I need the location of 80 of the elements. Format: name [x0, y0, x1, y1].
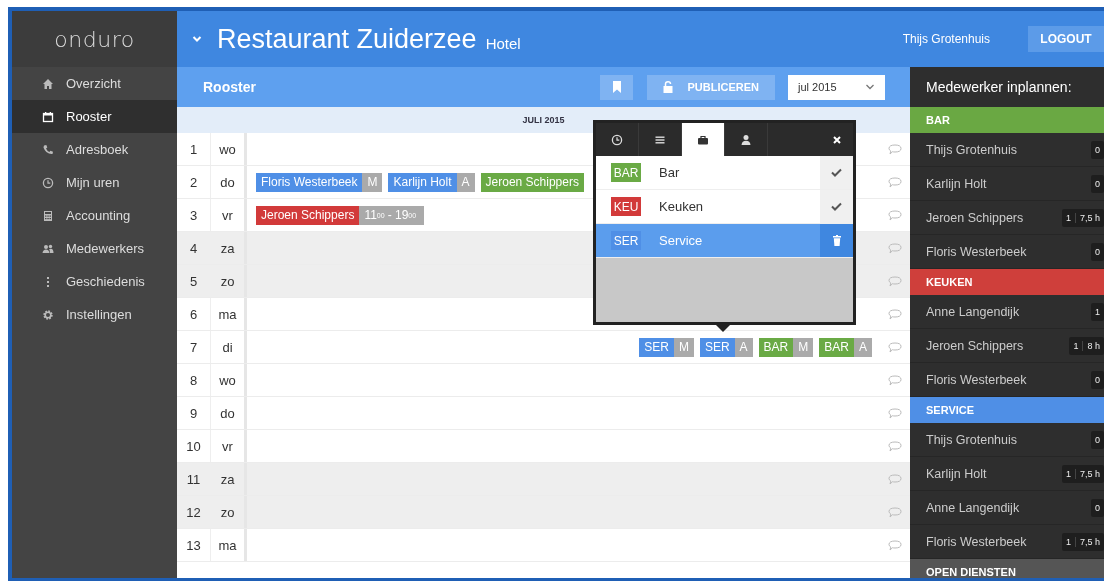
day-number: 13: [177, 529, 211, 561]
sidebar-item[interactable]: Geschiedenis: [12, 265, 177, 298]
day-number: 4: [177, 232, 211, 264]
settings-icon: [42, 308, 54, 321]
comment-icon[interactable]: [888, 143, 902, 155]
group-header: BAR: [910, 107, 1104, 133]
sidebar-item[interactable]: Mijn uren: [12, 166, 177, 199]
logo: onduro: [54, 26, 135, 52]
group-header: SERVICE: [910, 397, 1104, 423]
bookmark-icon: [612, 81, 622, 93]
check-icon[interactable]: [831, 202, 842, 211]
section-title: Rooster: [203, 79, 256, 95]
weekday: ma: [211, 529, 247, 561]
comment-icon[interactable]: [888, 209, 902, 221]
clock-icon: [611, 133, 623, 146]
day-number: 11: [177, 463, 211, 495]
department-code: KEU: [611, 197, 641, 216]
employee-row[interactable]: Thijs Grotenhuis 0: [910, 133, 1104, 167]
panel-title: Medewerker inplannen:: [925, 78, 1073, 97]
calculator-icon: [42, 209, 54, 222]
day-number: 1: [177, 133, 211, 165]
comment-icon[interactable]: [888, 440, 902, 452]
lock-icon: [663, 81, 674, 93]
employee-row[interactable]: Thijs Grotenhuis 0: [910, 423, 1104, 457]
chevron-down-icon: [865, 83, 875, 91]
day-number: 8: [177, 364, 211, 396]
employee-row[interactable]: Karlijn Holt 0: [910, 167, 1104, 201]
department-code: BAR: [611, 163, 641, 182]
group-header: KEUKEN: [910, 269, 1104, 295]
department-option[interactable]: KEU Keuken: [596, 190, 853, 224]
day-number: 7: [177, 331, 211, 363]
sidebar-item[interactable]: Medewerkers: [12, 232, 177, 265]
popover-tab[interactable]: [682, 123, 725, 156]
sidebar-item[interactable]: Accounting: [12, 199, 177, 232]
employee-row[interactable]: Karlijn Holt 1 7,5 h: [910, 457, 1104, 491]
employee-row[interactable]: Anne Langendijk 1: [910, 295, 1104, 329]
home-icon: [42, 77, 54, 90]
comment-icon[interactable]: [888, 506, 902, 518]
briefcase-icon: [697, 133, 709, 146]
day-number: 3: [177, 199, 211, 231]
day-number: 5: [177, 265, 211, 297]
clock-icon: [42, 176, 54, 189]
comment-icon[interactable]: [888, 539, 902, 551]
comment-icon[interactable]: [888, 407, 902, 419]
day-number: 10: [177, 430, 211, 462]
page-title: Restaurant Zuiderzee: [217, 23, 477, 55]
people-icon: [42, 242, 54, 255]
department-code: SER: [611, 231, 641, 250]
comment-icon[interactable]: [888, 374, 902, 386]
comment-icon[interactable]: [888, 473, 902, 485]
sidebar-item[interactable]: Instellingen: [12, 298, 177, 331]
department-option[interactable]: BAR Bar: [596, 156, 853, 190]
bookmark-button[interactable]: [600, 74, 634, 100]
shift-chip[interactable]: Jeroen Schippers 11$^{00}$ - 19$^{00}$: [256, 205, 425, 225]
comment-icon[interactable]: [888, 176, 902, 188]
comment-icon[interactable]: [888, 341, 902, 353]
trash-icon[interactable]: [831, 235, 842, 246]
group-header: OPEN DIENSTEN: [910, 559, 1104, 578]
employee-row[interactable]: Anne Langendijk 0: [910, 491, 1104, 525]
day-number: 9: [177, 397, 211, 429]
phone-icon: [42, 143, 54, 156]
month-heading: JULI 2015: [522, 115, 565, 125]
calendar-icon: [42, 110, 54, 123]
page-subtitle: Hotel: [485, 34, 521, 52]
person-icon: [740, 133, 752, 146]
check-icon[interactable]: [831, 168, 842, 177]
comment-icon[interactable]: [888, 275, 902, 287]
employee-row[interactable]: Jeroen Schippers 1 7,5 h: [910, 201, 1104, 235]
sidebar-item[interactable]: Overzicht: [12, 67, 177, 100]
sidebar-item[interactable]: Adresboek: [12, 133, 177, 166]
comment-icon[interactable]: [888, 242, 902, 254]
day-number: 2: [177, 166, 211, 198]
month-select[interactable]: jul 2015: [788, 74, 885, 100]
employee-row[interactable]: Jeroen Schippers 1 8 h: [910, 329, 1104, 363]
day-number: 6: [177, 298, 211, 330]
sidebar-item[interactable]: Rooster: [12, 100, 177, 133]
comment-icon[interactable]: [888, 308, 902, 320]
user-name: Thijs Grotenhuis: [902, 32, 990, 46]
day-number: 12: [177, 496, 211, 528]
close-icon: [831, 134, 842, 145]
